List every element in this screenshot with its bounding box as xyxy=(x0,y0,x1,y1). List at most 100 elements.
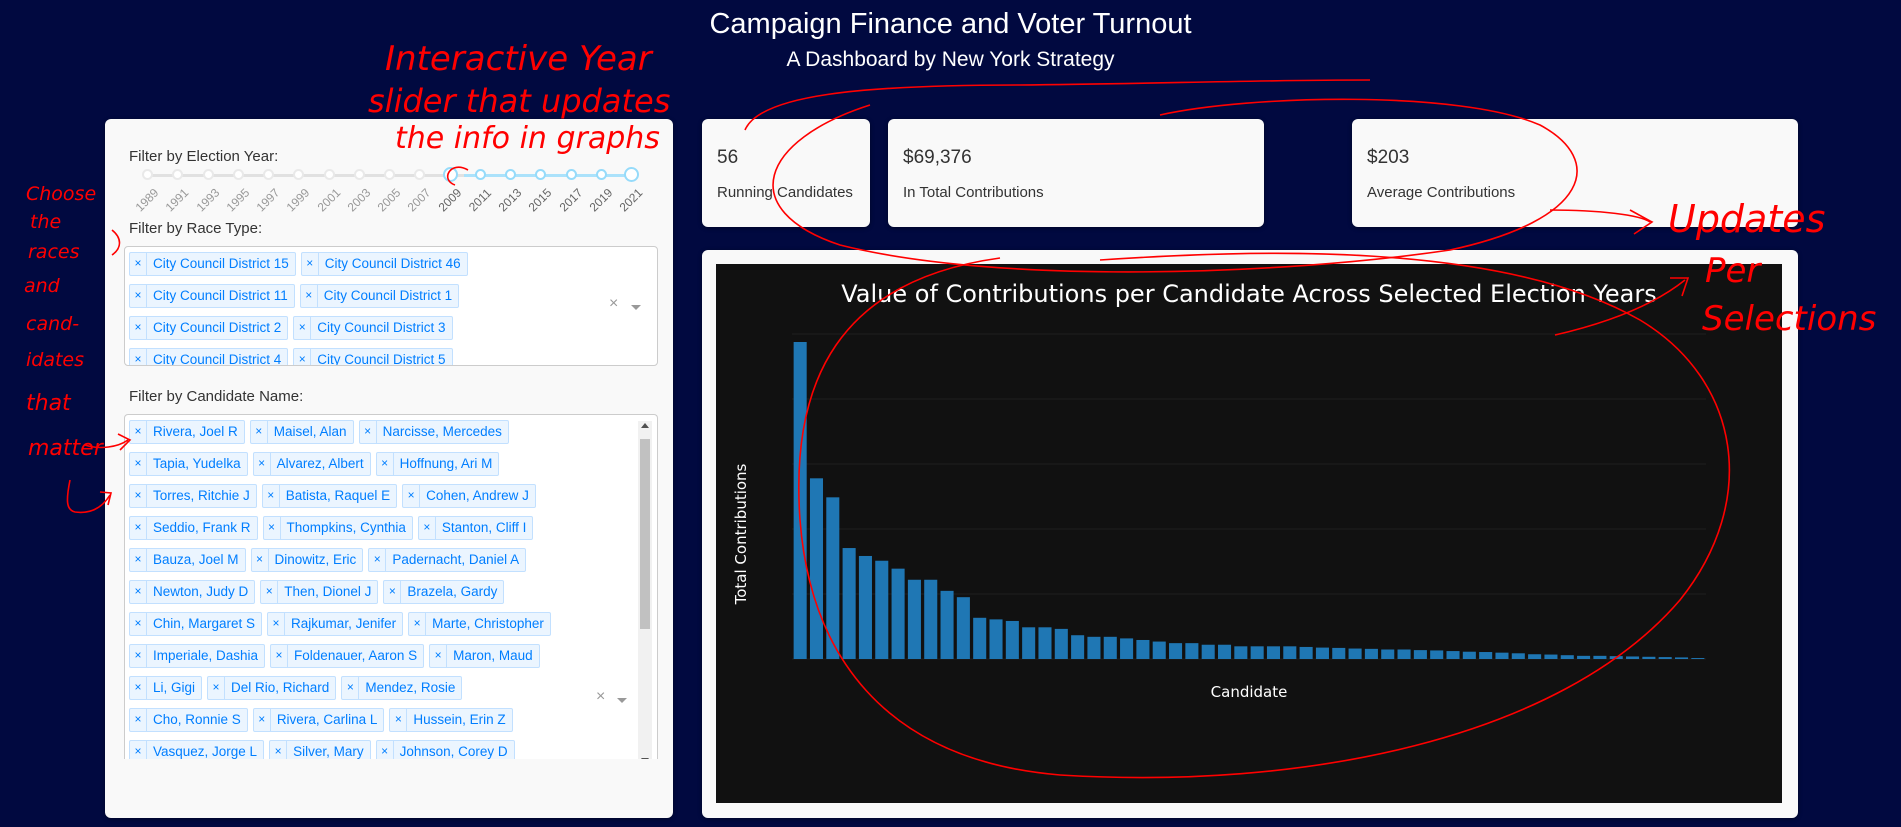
chart-bar[interactable] xyxy=(1413,650,1427,659)
slider-dot[interactable] xyxy=(263,169,274,180)
year-tick-label[interactable]: 2009 xyxy=(433,183,467,217)
scroll-thumb[interactable] xyxy=(640,439,650,629)
remove-chip-icon[interactable]: × xyxy=(430,645,448,667)
remove-chip-icon[interactable]: × xyxy=(390,709,408,731)
chart-bar[interactable] xyxy=(1381,649,1395,659)
candidate-scrollbar[interactable] xyxy=(638,421,652,759)
slider-dot[interactable] xyxy=(202,169,214,180)
chart-bar[interactable] xyxy=(1266,646,1281,659)
chart-bar[interactable] xyxy=(1038,627,1052,659)
chart-bar[interactable] xyxy=(1299,646,1313,659)
remove-chip-icon[interactable]: × xyxy=(403,485,421,507)
remove-chip-icon[interactable]: × xyxy=(130,285,147,307)
chart-bar[interactable] xyxy=(1495,652,1509,659)
remove-chip-icon[interactable]: × xyxy=(271,645,289,667)
candidate-chip[interactable]: × Seddio, Frank R xyxy=(129,516,258,540)
chart-bar[interactable] xyxy=(1152,641,1166,659)
year-tick-label[interactable]: 2007 xyxy=(402,183,436,217)
candidate-chip[interactable]: × Imperiale, Dashia xyxy=(129,644,266,668)
chart-bar[interactable] xyxy=(826,497,840,659)
candidate-chip[interactable]: × Stanton, Cliff I xyxy=(417,516,534,540)
year-tick-label[interactable]: 1995 xyxy=(221,183,255,217)
slider-dot[interactable] xyxy=(293,169,305,180)
chart-bar[interactable] xyxy=(1691,658,1705,659)
candidate-chip[interactable]: × Then, Dionel J xyxy=(260,580,379,604)
candidate-chip[interactable]: × Marte, Christopher xyxy=(408,612,551,636)
chart-bar[interactable] xyxy=(1217,644,1232,659)
race-chip[interactable]: × City Council District 5 xyxy=(293,348,453,365)
chart-bar[interactable] xyxy=(858,555,872,659)
remove-chip-icon[interactable]: × xyxy=(130,517,147,539)
chart-bar[interactable] xyxy=(1120,638,1134,659)
chart-bar[interactable] xyxy=(1593,655,1607,659)
chart-bar[interactable] xyxy=(1071,635,1085,659)
year-tick-label[interactable]: 2005 xyxy=(372,183,406,217)
chart-bar[interactable] xyxy=(891,568,905,659)
chart-bar[interactable] xyxy=(1087,636,1101,659)
race-chip[interactable]: × City Council District 2 xyxy=(129,316,289,340)
remove-chip-icon[interactable]: × xyxy=(268,613,286,635)
candidate-dropdown[interactable]: × Rivera, Joel R × Maisel, Alan × Narcisse, M… xyxy=(124,414,658,759)
remove-chip-icon[interactable]: × xyxy=(130,549,147,571)
remove-chip-icon[interactable]: × xyxy=(130,581,147,603)
chart-bar[interactable] xyxy=(907,579,921,659)
candidate-chip[interactable]: × Li, Gigi xyxy=(129,676,203,700)
chart-bar[interactable] xyxy=(1528,654,1542,659)
year-tick-label[interactable]: 1993 xyxy=(191,183,225,217)
year-tick-label[interactable]: 2015 xyxy=(523,183,557,217)
chart-bar[interactable] xyxy=(1054,628,1068,659)
remove-chip-icon[interactable]: × xyxy=(251,421,268,443)
candidate-chip[interactable]: × Rajkumar, Jenifer xyxy=(267,612,404,636)
year-tick-label[interactable]: 1991 xyxy=(160,183,194,217)
candidate-chip[interactable]: × Rivera, Carlina L xyxy=(252,708,385,732)
chart-bar[interactable] xyxy=(1479,652,1493,659)
remove-chip-icon[interactable]: × xyxy=(208,677,226,699)
remove-chip-icon[interactable]: × xyxy=(130,613,147,635)
candidate-chip[interactable]: × Padernacht, Daniel A xyxy=(368,548,527,572)
remove-chip-icon[interactable]: × xyxy=(130,349,147,365)
candidate-chip[interactable]: × Alvarez, Albert xyxy=(252,452,371,476)
year-tick-label[interactable]: 2017 xyxy=(554,183,588,217)
slider-dot[interactable] xyxy=(505,169,516,180)
chart-bar[interactable] xyxy=(1674,657,1689,659)
race-clear-icon[interactable]: × xyxy=(609,295,618,313)
remove-chip-icon[interactable]: × xyxy=(130,709,147,731)
chart-bar[interactable] xyxy=(1446,651,1460,659)
chart-bar[interactable] xyxy=(1283,646,1297,659)
slider-dot[interactable] xyxy=(535,169,547,180)
chart-bar[interactable] xyxy=(1234,646,1248,659)
candidate-chip[interactable]: × Johnson, Corey D xyxy=(375,740,515,759)
remove-chip-icon[interactable]: × xyxy=(254,709,271,731)
remove-chip-icon[interactable]: × xyxy=(301,285,318,307)
race-chip[interactable]: × City Council District 4 xyxy=(129,348,289,365)
candidate-chip[interactable]: × Cohen, Andrew J xyxy=(402,484,536,508)
race-chip[interactable]: × City Council District 3 xyxy=(293,316,453,340)
remove-chip-icon[interactable]: × xyxy=(130,317,147,339)
year-tick-label[interactable]: 2003 xyxy=(342,183,376,217)
slider-dot[interactable] xyxy=(172,169,184,180)
candidate-chip[interactable]: × Bauza, Joel M xyxy=(129,548,246,572)
remove-chip-icon[interactable]: × xyxy=(263,485,280,507)
candidate-chip[interactable]: × Torres, Ritchie J xyxy=(129,484,257,508)
chart-bar[interactable] xyxy=(973,617,987,659)
candidate-chip[interactable]: × Silver, Mary xyxy=(269,740,371,759)
remove-chip-icon[interactable]: × xyxy=(130,253,147,275)
candidate-chip[interactable]: × Foldenauer, Aaron S xyxy=(270,644,425,668)
slider-dot[interactable] xyxy=(565,169,577,180)
candidate-chip[interactable]: × Del Rio, Richard xyxy=(207,676,337,700)
year-tick-label[interactable]: 1999 xyxy=(281,183,315,217)
remove-chip-icon[interactable]: × xyxy=(130,645,147,667)
year-tick-label[interactable]: 2019 xyxy=(584,183,618,217)
remove-chip-icon[interactable]: × xyxy=(360,421,377,443)
remove-chip-icon[interactable]: × xyxy=(294,317,312,339)
remove-chip-icon[interactable]: × xyxy=(130,453,147,475)
remove-chip-icon[interactable]: × xyxy=(130,485,147,507)
remove-chip-icon[interactable]: × xyxy=(302,253,319,275)
year-tick-label[interactable]: 2011 xyxy=(463,183,497,217)
candidate-chip[interactable]: × Hussein, Erin Z xyxy=(389,708,513,732)
chart-bar[interactable] xyxy=(1397,649,1411,659)
candidate-chip[interactable]: × Maisel, Alan xyxy=(249,420,354,444)
chart-bar[interactable] xyxy=(1332,647,1346,659)
candidate-chip[interactable]: × Maron, Maud xyxy=(429,644,540,668)
chart-bar[interactable] xyxy=(940,590,954,659)
